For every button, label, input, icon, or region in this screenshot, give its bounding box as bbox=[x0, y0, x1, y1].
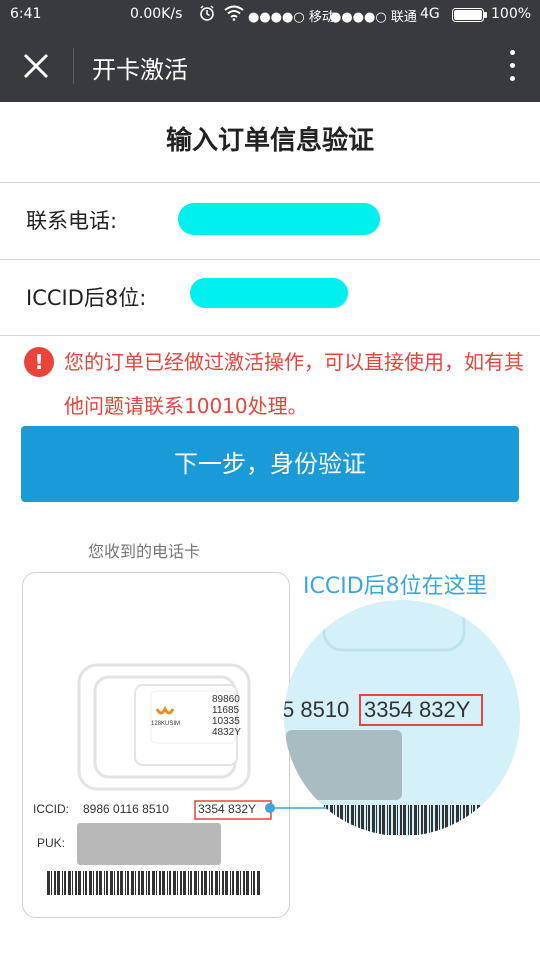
sim-card-graphic bbox=[47, 663, 272, 895]
zoom-magnifier: 5 8510 3354 832Y bbox=[284, 600, 520, 836]
status-speed: 0.00K/s bbox=[130, 6, 183, 22]
more-vertical-icon bbox=[509, 50, 515, 55]
alert-message: 您的订单已经做过激活操作，可以直接使用，如有其他问题请联系10010处理。 bbox=[64, 350, 524, 418]
card-iccid-suffix: 3354 832Y bbox=[198, 802, 257, 816]
zoom-barcode bbox=[324, 805, 482, 835]
network-type: 4G bbox=[420, 6, 440, 22]
battery-percent: 100% bbox=[491, 6, 532, 22]
top-bar: 开卡激活 bbox=[0, 30, 540, 102]
chip-line: 10335 bbox=[212, 716, 240, 727]
chip-line: 11685 bbox=[212, 705, 240, 716]
zoom-iccid-suffix: 3354 832Y bbox=[364, 697, 471, 722]
card-puk-label: PUK: bbox=[37, 836, 66, 850]
chip-line: 89860 bbox=[212, 694, 240, 705]
carrier-1: ●●●●○ 移动 bbox=[248, 10, 335, 25]
wifi-icon bbox=[224, 5, 244, 25]
phone-label: 联系电话: bbox=[26, 209, 118, 233]
exclamation-icon: ! bbox=[24, 347, 54, 377]
chip-number: 89860 11685 10335 4832Y bbox=[212, 694, 241, 738]
card-iccid-label: ICCID: bbox=[33, 802, 69, 816]
more-dot bbox=[509, 76, 515, 81]
zoom-iccid-prefix: 5 8510 bbox=[284, 697, 350, 722]
chip-line: 4832Y bbox=[212, 727, 241, 738]
card-caption: 您收到的电话卡 bbox=[88, 542, 201, 561]
carrier-2: ●●●●○ 联通 bbox=[330, 10, 417, 25]
card-iccid-prefix: 8986 0116 8510 bbox=[83, 802, 169, 816]
iccid-row[interactable]: ICCID后8位: bbox=[0, 260, 540, 336]
sim-card-illustration: 89860 11685 10335 4832Y 128KUSIM ICCID: … bbox=[22, 572, 290, 918]
iccid-label: ICCID后8位: bbox=[26, 286, 147, 310]
close-icon bbox=[23, 53, 49, 79]
more-dot bbox=[509, 63, 515, 68]
status-bar: 6:41 0.00K/s ●●●●○ 移动 ●●●●○ 联通 4G 100% bbox=[0, 0, 540, 30]
page-title: 开卡激活 bbox=[92, 56, 188, 84]
chip-brand: 128KUSIM bbox=[151, 721, 181, 727]
barcode bbox=[47, 871, 260, 895]
close-button[interactable] bbox=[16, 46, 56, 86]
more-options-button[interactable] bbox=[506, 50, 518, 84]
alarm-icon bbox=[198, 4, 216, 26]
zoom-label: ICCID后8位在这里 bbox=[303, 574, 488, 599]
next-step-button[interactable]: 下一步，身份验证 bbox=[21, 426, 519, 502]
battery-icon bbox=[452, 8, 488, 26]
divider bbox=[73, 48, 74, 84]
form-heading: 输入订单信息验证 bbox=[0, 102, 540, 183]
phone-row[interactable]: 联系电话: bbox=[0, 183, 540, 260]
redacted-phone-value bbox=[178, 203, 380, 235]
status-time: 6:41 bbox=[10, 6, 42, 22]
redacted-iccid-value bbox=[190, 278, 348, 308]
